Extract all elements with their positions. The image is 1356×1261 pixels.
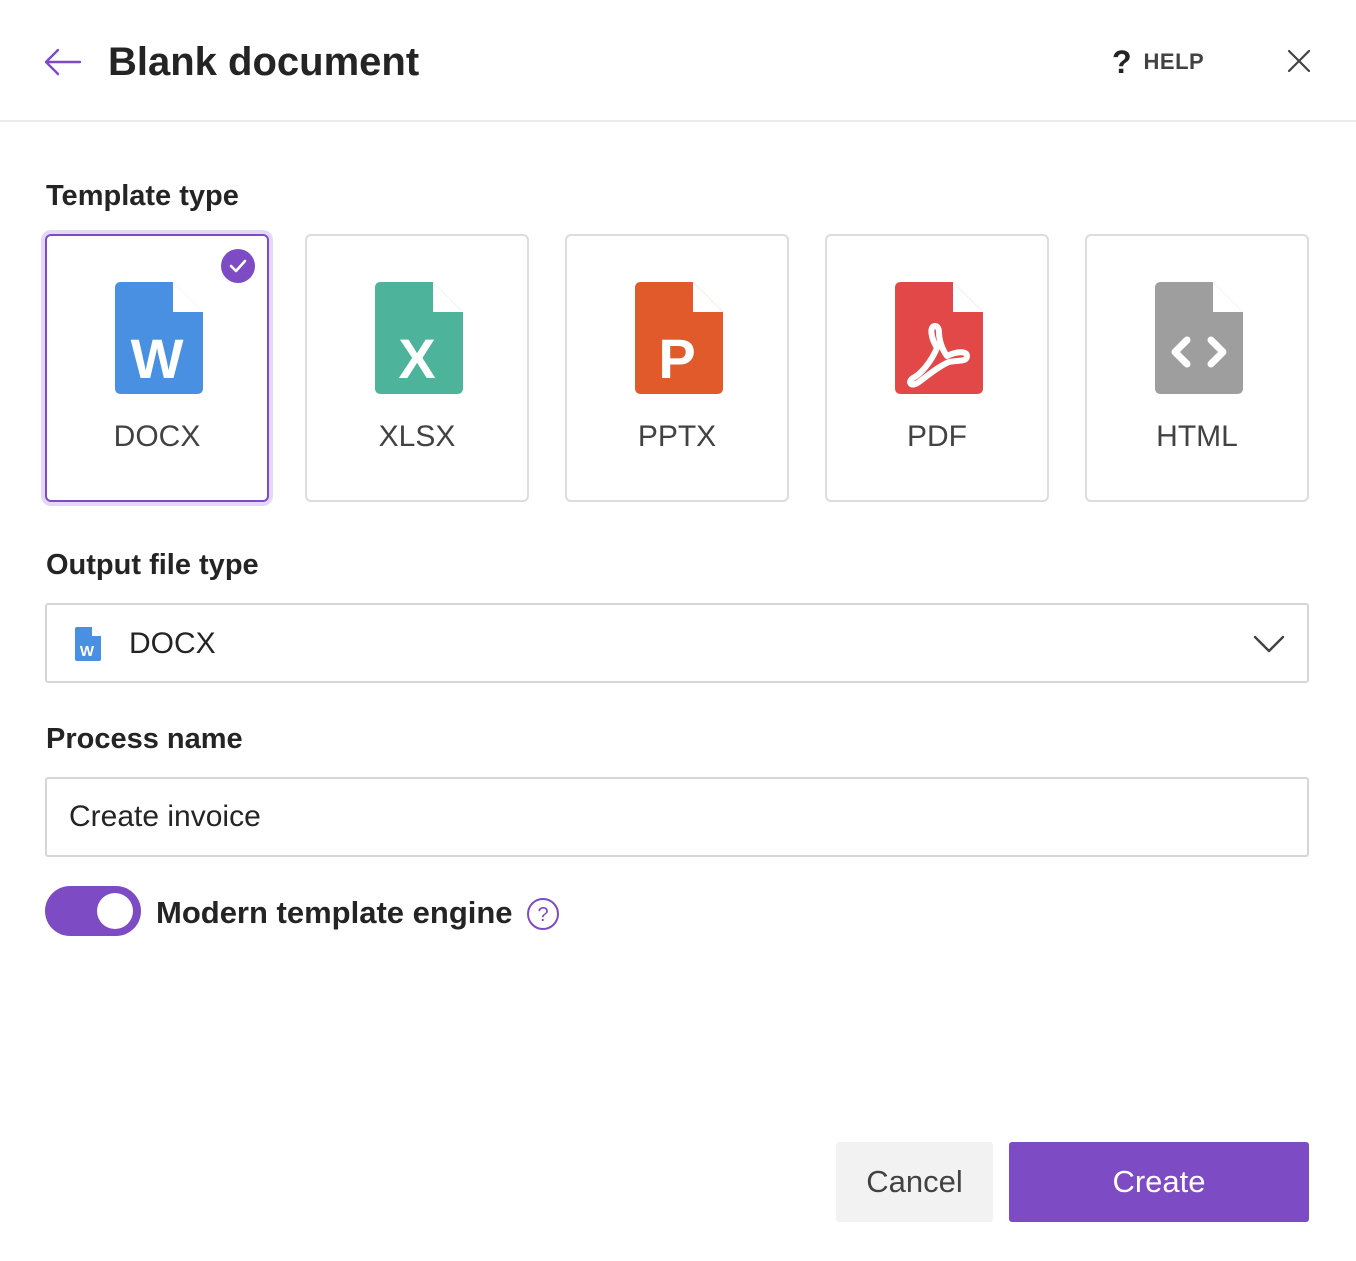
- template-type-label: Template type: [46, 180, 239, 212]
- template-tile-pdf[interactable]: PDF: [825, 234, 1049, 502]
- dialog-title: Blank document: [108, 40, 420, 84]
- help-label: HELP: [1143, 49, 1205, 74]
- chevron-down-icon: [1253, 635, 1285, 653]
- modern-template-engine-toggle[interactable]: [45, 886, 141, 936]
- template-tile-label: XLSX: [378, 420, 456, 453]
- template-tile-pptx[interactable]: P PPTX: [565, 234, 789, 502]
- help-glyph: ?: [537, 904, 548, 926]
- modern-template-engine-label: Modern template engine: [156, 895, 513, 930]
- output-file-type-value: DOCX: [129, 627, 216, 660]
- excel-file-icon: X: [375, 282, 463, 394]
- html-file-icon: [1155, 282, 1243, 394]
- word-file-icon: W: [115, 282, 203, 394]
- question-mark-icon: ?: [1112, 44, 1132, 80]
- template-tile-label: DOCX: [113, 420, 201, 453]
- back-button[interactable]: [40, 40, 84, 84]
- powerpoint-glyph: P: [658, 327, 695, 390]
- close-icon: [1287, 49, 1311, 73]
- process-name-label: Process name: [46, 723, 243, 755]
- template-tile-label: HTML: [1156, 420, 1238, 453]
- process-name-input[interactable]: [45, 777, 1309, 857]
- output-file-type-select[interactable]: W DOCX: [45, 603, 1309, 683]
- template-tile-docx[interactable]: W DOCX: [45, 234, 269, 502]
- cancel-button[interactable]: Cancel: [836, 1142, 993, 1222]
- word-glyph: W: [80, 643, 95, 660]
- toggle-knob: [97, 893, 133, 929]
- pdf-file-icon: [895, 282, 983, 394]
- dialog-header: Blank document ? HELP: [0, 0, 1356, 122]
- arrow-left-icon: [44, 48, 82, 76]
- selected-check-icon: [221, 249, 255, 283]
- powerpoint-file-icon: P: [635, 282, 723, 394]
- template-tile-xlsx[interactable]: X XLSX: [305, 234, 529, 502]
- template-tile-html[interactable]: HTML: [1085, 234, 1309, 502]
- help-circle-icon[interactable]: ?: [526, 897, 560, 931]
- help-button[interactable]: ? HELP: [1112, 44, 1204, 80]
- template-tile-label: PPTX: [637, 420, 717, 453]
- word-file-icon: W: [75, 627, 101, 661]
- create-button[interactable]: Create: [1009, 1142, 1309, 1222]
- close-button[interactable]: [1280, 42, 1318, 80]
- output-file-type-label: Output file type: [46, 549, 259, 581]
- template-tile-label: PDF: [907, 420, 967, 453]
- word-glyph: W: [131, 327, 184, 390]
- excel-glyph: X: [398, 327, 435, 390]
